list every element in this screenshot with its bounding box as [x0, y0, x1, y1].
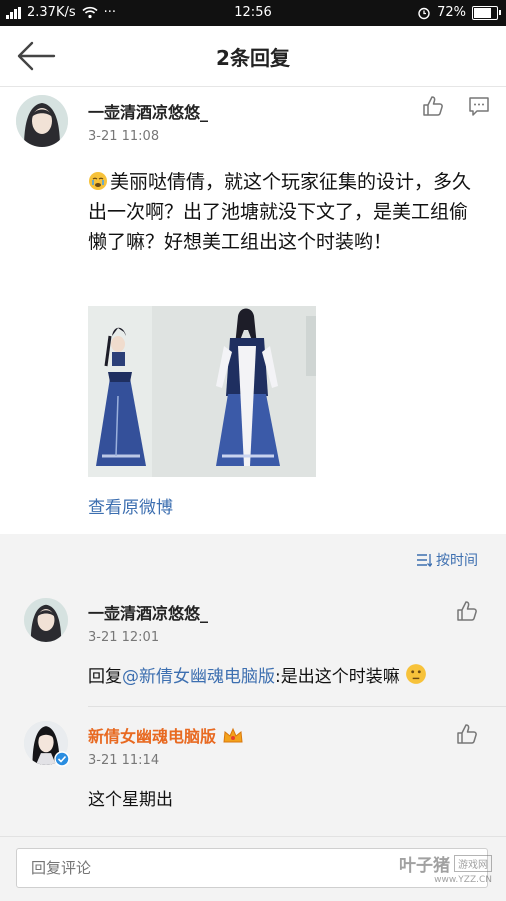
- bottom-bar: 叶子猪 游戏网 www.YZZ.CN: [0, 836, 506, 901]
- mention-link[interactable]: @新倩女幽魂电脑版: [122, 667, 275, 687]
- avatar[interactable]: [24, 598, 68, 642]
- avatar-image: [24, 598, 68, 642]
- sort-label: 按时间: [436, 553, 478, 569]
- reply-item: 一壶清酒凉悠悠_ 3-21 12:01 回复@新倩女幽魂电脑版:是出这个时装嘛: [0, 590, 506, 706]
- comment-button[interactable]: [468, 96, 490, 121]
- crying-face-emoji-icon: [89, 172, 107, 190]
- verified-badge-icon: [54, 751, 70, 767]
- reply-author[interactable]: 新倩女幽魂电脑版: [88, 723, 244, 747]
- costume-illustration: [88, 306, 316, 477]
- post-text: 美丽哒倩倩，就这个玩家征集的设计，多久出一次啊？出了池塘就没下文了，是美工组偷懒…: [88, 171, 472, 253]
- like-button[interactable]: [456, 600, 478, 626]
- post-content: 美丽哒倩倩，就这个玩家征集的设计，多久出一次啊？出了池塘就没下文了，是美工组偷懒…: [88, 167, 480, 257]
- comment-icon: [469, 97, 489, 116]
- reply-body: :是出这个时装嘛: [275, 667, 400, 687]
- crown-badge-icon: [223, 727, 243, 743]
- page-title: 2条回复: [216, 46, 290, 70]
- battery-icon: [472, 5, 501, 20]
- thumbs-up-icon: [457, 601, 477, 621]
- thumbs-up-icon: [423, 96, 443, 116]
- avatar[interactable]: [16, 95, 68, 147]
- post-author[interactable]: 一壶清酒凉悠悠_: [88, 99, 208, 123]
- main-post: 一壶清酒凉悠悠_ 3-21 11:08 美丽哒倩倩，就这个玩家征集的设计，多久出…: [0, 87, 506, 534]
- view-original-link[interactable]: 查看原微博: [88, 493, 173, 518]
- sort-icon: [417, 554, 432, 567]
- status-right: 72%: [417, 5, 501, 20]
- battery-percent: 72%: [437, 5, 466, 20]
- reply-item: 新倩女幽魂电脑版 3-21 11:14 这个星期出: [0, 707, 506, 827]
- alarm-icon: [418, 7, 430, 19]
- reply-text: 回复@新倩女幽魂电脑版:是出这个时装嘛: [88, 662, 429, 687]
- status-bar: 2.37K/s ··· 12:56 72%: [0, 0, 506, 26]
- reply-text: 这个星期出: [88, 790, 173, 810]
- thumbs-up-icon: [457, 724, 477, 744]
- page-header: 2条回复: [0, 26, 506, 87]
- like-button[interactable]: [456, 723, 478, 749]
- reply-prefix: 回复: [88, 667, 122, 687]
- reply-time: 3-21 11:14: [88, 753, 160, 768]
- post-time: 3-21 11:08: [88, 129, 160, 144]
- reply-comment-input[interactable]: [16, 848, 488, 888]
- thinking-emoji-icon: [406, 664, 427, 684]
- avatar-image: [16, 95, 68, 147]
- like-button[interactable]: [422, 95, 444, 121]
- replies-section: 按时间 一壶清酒凉悠悠_ 3-21 12:01 回复@新倩女幽魂电脑版:是出这个…: [0, 534, 506, 836]
- reply-time: 3-21 12:01: [88, 630, 160, 645]
- reply-author[interactable]: 一壶清酒凉悠悠_: [88, 600, 208, 624]
- sort-by-time-button[interactable]: 按时间: [416, 550, 478, 570]
- battery-level: [474, 7, 492, 18]
- post-image[interactable]: [88, 306, 316, 477]
- reply-author-name: 新倩女幽魂电脑版: [88, 727, 217, 746]
